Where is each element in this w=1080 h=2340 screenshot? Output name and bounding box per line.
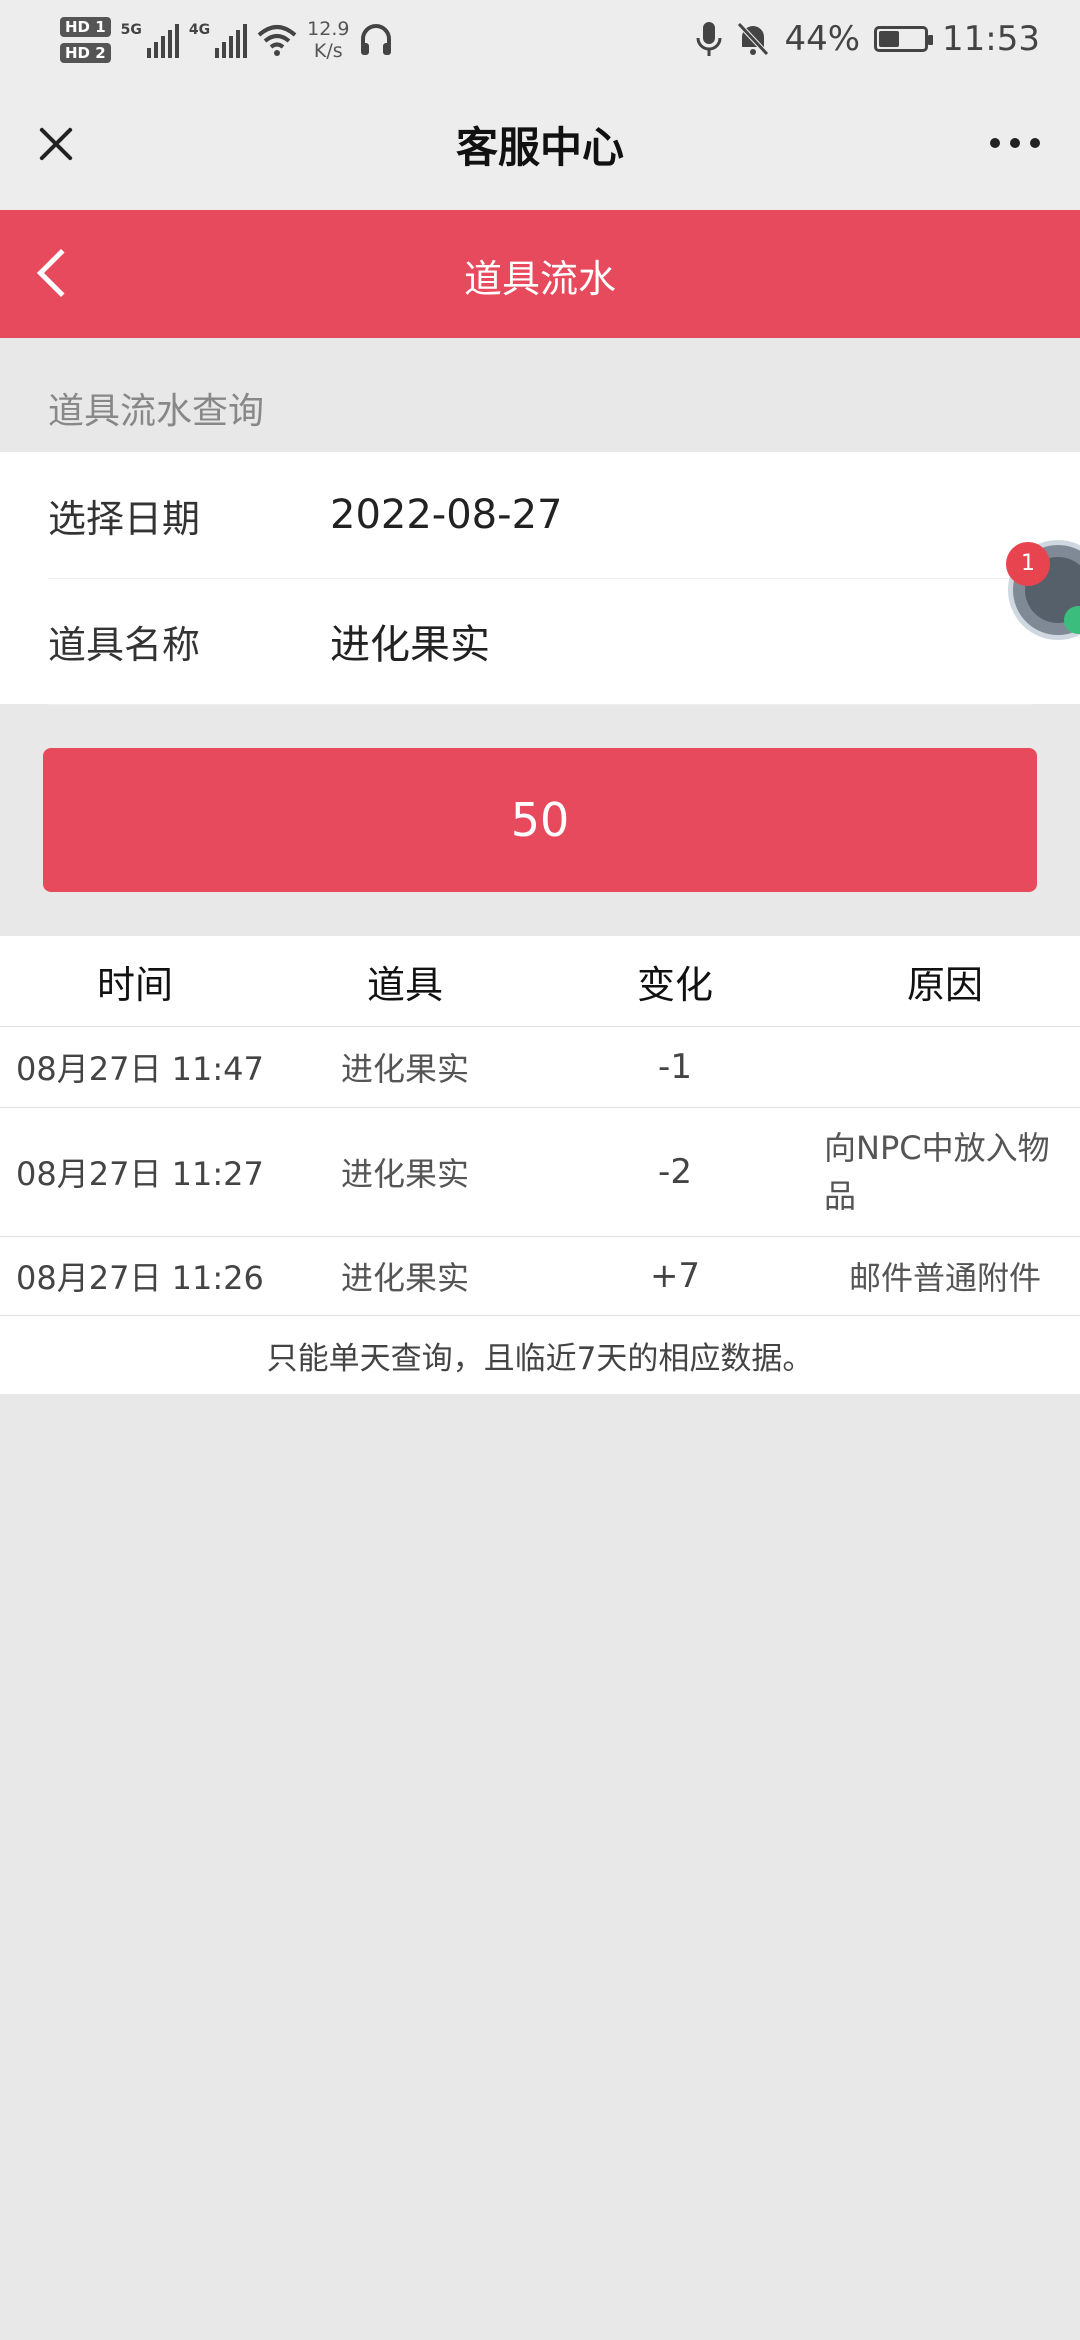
cell-item: 进化果实 xyxy=(340,1155,469,1193)
status-right: 44% 11:53 xyxy=(696,14,1040,64)
page-title: 客服中心 xyxy=(455,123,624,172)
col-header-item: 道具 xyxy=(366,962,443,1007)
battery-percent: 44% xyxy=(784,19,861,59)
table-row: 08月27日 11:26 进化果实 +7 邮件普通附件 xyxy=(0,1237,1080,1316)
cell-reason: 邮件普通附件 xyxy=(848,1259,1041,1297)
records-table: 时间 道具 变化 原因 08月27日 11:47 进化果实 -1 08月27日 … xyxy=(0,936,1080,1394)
query-form: 选择日期 2022-08-27 道具名称 进化果实 xyxy=(0,452,1080,705)
cell-time: 08月27日 11:26 xyxy=(16,1259,264,1297)
mic-icon xyxy=(696,22,722,56)
col-header-change: 变化 xyxy=(636,962,713,1007)
title-bar: 客服中心 xyxy=(0,78,1080,210)
col-header-time: 时间 xyxy=(96,962,173,1007)
hd1-badge: HD 1 xyxy=(60,17,111,37)
speed-value: 12.9 xyxy=(307,18,350,40)
bell-off-icon xyxy=(737,22,770,56)
date-field[interactable]: 2022-08-27 xyxy=(330,492,562,538)
signal-4g-icon: 4G xyxy=(189,22,248,58)
item-field[interactable]: 进化果实 xyxy=(330,612,490,670)
header-title: 道具流水 xyxy=(463,257,616,301)
dot xyxy=(1030,138,1040,148)
signal-5g-icon: 5G xyxy=(121,22,179,58)
cell-item: 进化果实 xyxy=(340,1259,469,1297)
battery-fill xyxy=(879,31,900,47)
header-bar: 道具流水 xyxy=(0,210,1080,338)
wifi-icon xyxy=(257,25,297,56)
speed-unit: K/s xyxy=(313,40,343,62)
cell-time: 08月27日 11:47 xyxy=(16,1050,264,1088)
hd-indicators: HD 1 HD 2 xyxy=(60,17,111,63)
clock: 11:53 xyxy=(942,19,1040,59)
section-title: 道具流水查询 xyxy=(48,391,265,432)
query-button[interactable]: 50 xyxy=(43,748,1037,892)
hd2-badge: HD 2 xyxy=(60,43,111,63)
item-label: 道具名称 xyxy=(48,622,201,667)
dot xyxy=(990,138,1000,148)
date-label: 选择日期 xyxy=(48,496,201,541)
date-row[interactable]: 选择日期 2022-08-27 xyxy=(48,452,1032,579)
more-options-icon[interactable] xyxy=(990,138,1040,148)
table-row: 08月27日 11:47 进化果实 -1 xyxy=(0,1027,1080,1108)
battery-icon xyxy=(874,26,934,52)
dot xyxy=(1010,138,1020,148)
table-header: 时间 道具 变化 原因 xyxy=(0,936,1080,1027)
col-header-reason: 原因 xyxy=(906,962,983,1007)
headphones-icon xyxy=(361,24,392,55)
notification-badge: 1 xyxy=(1006,542,1050,586)
net-speed: 12.9 K/s xyxy=(307,18,349,62)
cell-item: 进化果实 xyxy=(340,1050,469,1088)
table-row: 08月27日 11:27 进化果实 -2 向NPC中放入物品 xyxy=(0,1108,1080,1237)
item-row[interactable]: 道具名称 进化果实 xyxy=(48,578,1032,705)
cell-reason: 向NPC中放入物品 xyxy=(824,1129,1050,1215)
cell-change: +7 xyxy=(649,1256,701,1296)
cell-change: -2 xyxy=(658,1152,692,1192)
status-left: HD 1 HD 2 5G 4G 12.9 K/s xyxy=(60,10,393,70)
cell-time: 08月27日 11:27 xyxy=(16,1155,264,1193)
status-bar: HD 1 HD 2 5G 4G 12.9 K/s 44% 11:53 xyxy=(0,0,1080,78)
cell-change: -1 xyxy=(658,1047,692,1087)
query-footnote: 只能单天查询，且临近7天的相应数据。 xyxy=(266,1340,814,1377)
